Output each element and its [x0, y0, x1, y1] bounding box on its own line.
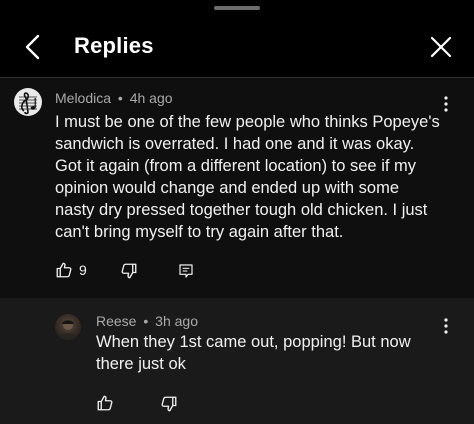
like-button[interactable]: 9: [55, 261, 87, 279]
comment-meta: Melodica • 4h ago: [55, 90, 173, 106]
reply-comment-icon: [179, 264, 193, 278]
music-note-icon: [19, 92, 37, 115]
thumbs-up-icon: [97, 395, 113, 411]
close-icon: [430, 36, 452, 58]
close-button[interactable]: [424, 30, 458, 64]
reply-timestamp: 3h ago: [155, 313, 198, 329]
kebab-menu-icon: [444, 318, 448, 334]
reply-meta: Reese • 3h ago: [96, 313, 198, 329]
replies-header: Replies: [0, 0, 474, 78]
reply-text: When they 1st came out, popping! But now…: [96, 333, 411, 373]
reply-button[interactable]: [178, 263, 194, 279]
reply-like-button[interactable]: [96, 394, 114, 412]
meta-separator: •: [117, 90, 123, 106]
meta-separator: •: [143, 313, 149, 329]
person-avatar-icon: [59, 320, 77, 340]
like-count: 9: [79, 262, 87, 278]
thumbs-down-icon: [121, 263, 137, 279]
comment-timestamp: 4h ago: [129, 90, 173, 106]
kebab-menu-icon: [444, 96, 448, 112]
back-button[interactable]: [16, 30, 50, 64]
reply-comment: Reese • 3h ago When they 1st came out, p…: [0, 298, 474, 424]
reply-author[interactable]: Reese: [96, 313, 136, 329]
page-title: Replies: [74, 33, 154, 58]
comment-author[interactable]: Melodica: [55, 90, 111, 106]
reply-more-button[interactable]: [438, 316, 454, 336]
avatar[interactable]: [14, 88, 42, 116]
comment-text: I must be one of the few people who thin…: [55, 113, 440, 241]
dislike-button[interactable]: [120, 262, 138, 280]
comment-thread-root: Melodica • 4h ago I must be one of the f…: [0, 78, 474, 298]
thumbs-down-icon: [161, 396, 177, 412]
thumbs-up-icon: [56, 262, 72, 278]
reply-dislike-button[interactable]: [160, 395, 178, 413]
chevron-left-icon: [25, 34, 40, 60]
reply-avatar[interactable]: [55, 314, 81, 340]
